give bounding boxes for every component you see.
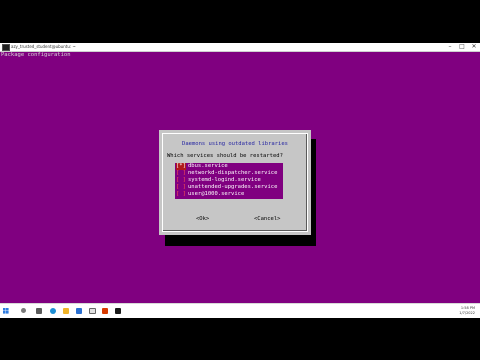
task-view-icon[interactable] <box>36 308 42 314</box>
edge-icon[interactable] <box>50 308 56 314</box>
window-title: azy_trusted_student@ubuntu: ~ <box>11 44 76 49</box>
service-item-unattended-upgrades[interactable]: [ ] unattended-upgrades.service <box>175 184 283 191</box>
service-checkbox[interactable]: [ ] <box>176 170 186 177</box>
dialog-title-text: Daemons using outdated libraries <box>180 141 290 148</box>
ok-button[interactable]: <Ok> <box>196 215 209 223</box>
dialog-buttons: <Ok> <Cancel> <box>159 215 311 223</box>
windows-taskbar: 1:58 PM 1/7/2022 <box>0 303 480 318</box>
restart-services-dialog: Daemons using outdated libraries Which s… <box>159 130 311 235</box>
store-icon[interactable] <box>76 308 82 314</box>
service-label: unattended-upgrades.service <box>188 184 278 190</box>
package-configuration-header: Package configuration <box>1 52 71 58</box>
service-item-dbus[interactable]: [*] dbus.service <box>175 163 283 170</box>
service-checkbox[interactable]: [ ] <box>176 177 186 184</box>
service-label: systemd-logind.service <box>188 177 261 183</box>
terminal-area[interactable]: Package configuration Daemons using outd… <box>0 52 480 303</box>
screen-recording: azy_trusted_student@ubuntu: ~ – □ ✕ Pack… <box>0 43 480 318</box>
dialog-question: Which services should be restarted? <box>167 153 283 159</box>
dialog-title: Daemons using outdated libraries <box>159 130 311 149</box>
terminal-icon[interactable] <box>115 308 121 314</box>
service-checkbox[interactable]: [ ] <box>176 184 186 191</box>
service-label: networkd-dispatcher.service <box>188 170 278 176</box>
close-button[interactable]: ✕ <box>468 43 480 51</box>
service-item-user-1000[interactable]: [ ] user@1000.service <box>175 191 283 198</box>
window-titlebar[interactable]: azy_trusted_student@ubuntu: ~ – □ ✕ <box>0 43 480 52</box>
service-label: dbus.service <box>188 163 228 169</box>
terminal-app-icon <box>2 44 10 51</box>
maximize-button[interactable]: □ <box>456 43 468 51</box>
minimize-button[interactable]: – <box>444 43 456 51</box>
window-controls: – □ ✕ <box>444 43 480 51</box>
office-icon[interactable] <box>102 308 108 314</box>
cancel-button[interactable]: <Cancel> <box>254 215 281 223</box>
service-label: user@1000.service <box>188 191 245 197</box>
search-icon[interactable] <box>21 308 26 313</box>
start-icon[interactable] <box>3 308 9 314</box>
service-checkbox[interactable]: [ ] <box>176 191 186 198</box>
service-item-networkd-dispatcher[interactable]: [ ] networkd-dispatcher.service <box>175 170 283 177</box>
explorer-icon[interactable] <box>63 308 69 314</box>
mail-icon[interactable] <box>89 308 96 314</box>
service-checkbox[interactable]: [*] <box>176 163 186 170</box>
tray-date: 1/7/2022 <box>459 311 475 315</box>
system-tray-clock[interactable]: 1:58 PM 1/7/2022 <box>459 306 475 316</box>
services-list: [*] dbus.service [ ] networkd-dispatcher… <box>175 163 283 199</box>
service-item-systemd-logind[interactable]: [ ] systemd-logind.service <box>175 177 283 184</box>
